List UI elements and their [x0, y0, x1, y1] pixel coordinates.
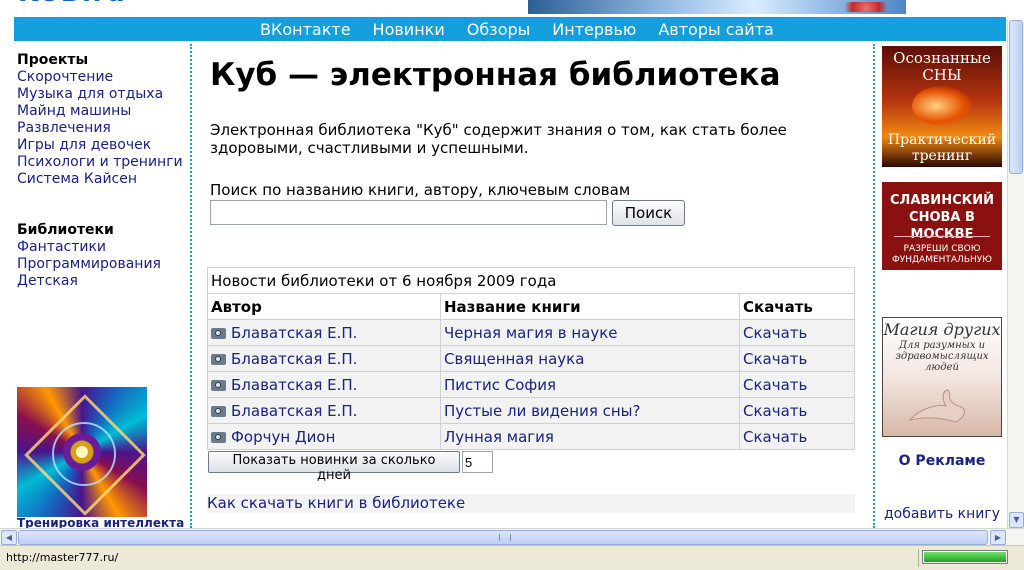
nav-link-authors[interactable]: Авторы сайта: [658, 20, 773, 39]
ad-magic-title: Магия других: [883, 320, 1001, 339]
sidebar-link-psychology[interactable]: Психологи и тренинги: [17, 154, 189, 171]
book-title-link[interactable]: Пистис София: [444, 376, 556, 394]
scroll-down-arrow-icon[interactable]: ▼: [1009, 512, 1024, 528]
left-sidebar: Проекты Скорочтение Музыка для отдыха Ма…: [17, 52, 189, 290]
horizontal-scroll-thumb[interactable]: [18, 530, 988, 545]
author-link[interactable]: Блаватская Е.П.: [231, 376, 357, 394]
table-row: Блаватская Е.П. Черная магия в науке Ска…: [207, 319, 855, 346]
sidebar-link-mind-machines[interactable]: Майнд машины: [17, 103, 189, 120]
site-logo[interactable]: KUB.ru: [18, 0, 188, 10]
scroll-right-arrow-icon[interactable]: ▶: [990, 530, 1006, 545]
howto-download-link[interactable]: Как скачать книги в библиотеке: [207, 494, 465, 512]
left-column-separator: [190, 44, 192, 528]
download-link[interactable]: Скачать: [743, 428, 807, 446]
sidebar-link-kaizen[interactable]: Система Кайсен: [17, 171, 189, 188]
nav-link-reviews[interactable]: Обзоры: [467, 20, 531, 39]
camera-icon: [211, 353, 226, 365]
ad-lucid-dreams-title: Осознанные СНЫ: [893, 49, 991, 84]
vertical-scrollbar[interactable]: ▼: [1007, 20, 1024, 528]
ad-lucid-dreams-subtitle: Практический тренинг: [887, 132, 997, 164]
column-header-author: Автор: [207, 293, 441, 320]
news-table: Новости библиотеки от 6 ноября 2009 года…: [207, 267, 855, 450]
sidebar-link-speed-reading[interactable]: Скорочтение: [17, 69, 189, 86]
ad-lucid-dreams[interactable]: Осознанные СНЫ Практический тренинг: [882, 46, 1002, 167]
nav-link-new[interactable]: Новинки: [373, 20, 445, 39]
book-title-link[interactable]: Лунная магия: [444, 428, 554, 446]
search-button[interactable]: Поиск: [612, 200, 685, 226]
mandala-circle: [52, 422, 116, 486]
sidebar-link-entertainment[interactable]: Развлечения: [17, 120, 189, 137]
ad-slavinsky[interactable]: СЛАВИНСКИЙ СНОВА В МОСКВЕ РАЗРЕШИ СВОЮ Ф…: [882, 182, 1002, 270]
page-title: Куб — электронная библиотека: [210, 57, 781, 93]
sidebar-link-relax-music[interactable]: Музыка для отдыха: [17, 86, 189, 103]
ad-slavinsky-subtitle: РАЗРЕШИ СВОЮ ФУНДАМЕНТАЛЬНУЮ: [892, 244, 992, 265]
camera-icon: [211, 379, 226, 391]
about-ads-link[interactable]: О Рекламе: [882, 453, 1002, 469]
search-label: Поиск по названию книги, автору, ключевы…: [210, 181, 631, 199]
ad-magic-of-others[interactable]: Магия других Для разумных и здравомыслящ…: [882, 317, 1002, 437]
projects-heading: Проекты: [17, 52, 89, 68]
search-input[interactable]: [210, 200, 607, 225]
book-title-link[interactable]: Пустые ли видения сны?: [444, 402, 640, 420]
author-link[interactable]: Блаватская Е.П.: [231, 350, 357, 368]
book-title-link[interactable]: Священная наука: [444, 350, 584, 368]
download-link[interactable]: Скачать: [743, 350, 807, 368]
days-count-input[interactable]: [462, 451, 493, 473]
loading-progress-bar: [922, 550, 1008, 564]
banner-decoration: [836, 2, 896, 12]
libraries-heading: Библиотеки: [17, 222, 114, 238]
table-row: Форчун Дион Лунная магия Скачать: [207, 423, 855, 450]
swan-icon: [908, 389, 965, 423]
download-link[interactable]: Скачать: [743, 324, 807, 342]
howto-bar: Как скачать книги в библиотеке: [207, 494, 855, 513]
ad-face-graphic: [912, 86, 972, 126]
status-url: http://master777.ru/: [6, 551, 119, 564]
intro-text: Электронная библиотека "Куб" содержит зн…: [210, 121, 787, 157]
table-row: Блаватская Е.П. Пистис София Скачать: [207, 371, 855, 398]
news-caption: Новости библиотеки от 6 ноября 2009 года: [207, 267, 855, 294]
horizontal-scrollbar[interactable]: ◀ ▶: [0, 528, 1024, 546]
author-link[interactable]: Форчун Дион: [231, 428, 335, 446]
author-link[interactable]: Блаватская Е.П.: [231, 324, 357, 342]
right-column-separator: [873, 44, 875, 528]
site-logo-text: KUB.ru: [18, 0, 188, 8]
table-row: Блаватская Е.П. Священная наука Скачать: [207, 345, 855, 372]
book-title-link[interactable]: Черная магия в науке: [444, 324, 618, 342]
sidebar-link-programming[interactable]: Программирования: [17, 256, 189, 273]
ad-magic-subtitle: Для разумных и здравомыслящих людей: [895, 340, 989, 373]
top-navigation: ВКонтакте Новинки Обзоры Интервью Авторы…: [14, 17, 1006, 41]
download-link[interactable]: Скачать: [743, 402, 807, 420]
camera-icon: [211, 431, 226, 443]
scroll-left-arrow-icon[interactable]: ◀: [1, 530, 17, 545]
column-header-title: Название книги: [440, 293, 740, 320]
sidebar-link-kids[interactable]: Детская: [17, 273, 189, 290]
camera-icon: [211, 327, 226, 339]
intellect-training-image[interactable]: [17, 387, 147, 517]
author-link[interactable]: Блаватская Е.П.: [231, 402, 357, 420]
show-new-books-button[interactable]: Показать новинки за сколько дней: [208, 451, 460, 483]
nav-link-interviews[interactable]: Интервью: [552, 20, 636, 39]
ad-divider: [894, 236, 990, 237]
camera-icon: [211, 405, 226, 417]
top-banner-ad[interactable]: [528, 0, 906, 14]
add-book-link[interactable]: добавить книгу: [878, 506, 1006, 522]
nav-link-vkontakte[interactable]: ВКонтакте: [260, 20, 351, 39]
vertical-scroll-thumb[interactable]: [1009, 20, 1023, 174]
scroll-grip-icon: [499, 534, 511, 541]
table-row: Блаватская Е.П. Пустые ли видения сны? С…: [207, 397, 855, 424]
sidebar-link-fantasy[interactable]: Фантастики: [17, 239, 189, 256]
sidebar-link-girls-games[interactable]: Игры для девочек: [17, 137, 189, 154]
download-link[interactable]: Скачать: [743, 376, 807, 394]
status-bar: http://master777.ru/: [0, 545, 1024, 570]
column-header-download: Скачать: [739, 293, 855, 320]
progress-fill: [924, 552, 1006, 562]
status-divider: [918, 549, 919, 567]
